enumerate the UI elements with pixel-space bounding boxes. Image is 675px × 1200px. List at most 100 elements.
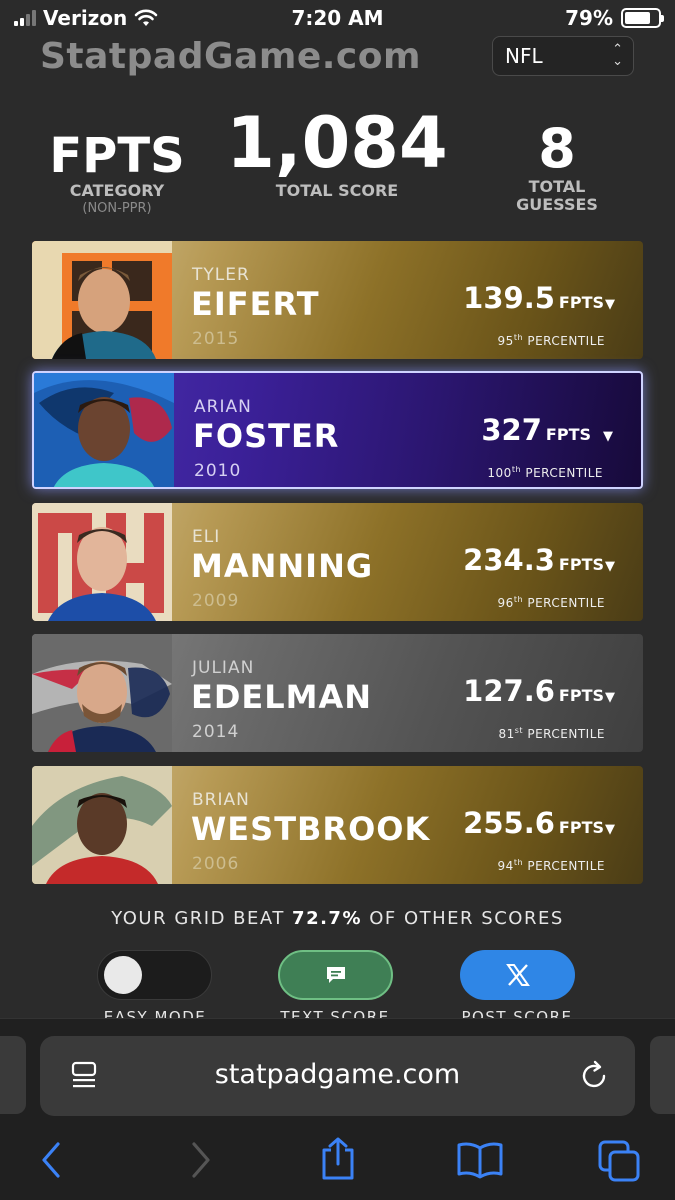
percentile-word: PERCENTILE	[527, 859, 605, 873]
player-card-selected[interactable]: ARIAN FOSTER 2010 327 FPTS ▼ 100th PERCENT…	[32, 371, 643, 489]
points-unit: FPTS	[545, 425, 591, 444]
player-last-name: EIFERT	[191, 285, 320, 323]
player-year: 2006	[192, 854, 240, 874]
next-tab-edge[interactable]	[650, 1036, 675, 1114]
caret-down-icon[interactable]: ▼	[605, 297, 615, 312]
percentile-suffix: th	[511, 465, 522, 474]
league-select[interactable]: NFL ⌃ ⌄	[492, 36, 634, 76]
total-score-stat: 1,084 TOTAL SCORE	[222, 108, 452, 200]
player-points[interactable]: 327 FPTS ▼	[481, 413, 613, 447]
points-value: 234.3	[463, 543, 555, 577]
eagles-logo-icon	[32, 766, 172, 884]
caret-down-icon[interactable]: ▼	[603, 429, 613, 444]
player-card[interactable]: JULIAN EDELMAN 2014 127.6 FPTS▼ 81st PERC…	[32, 634, 643, 752]
player-first-name: JULIAN	[192, 658, 255, 678]
player-year: 2010	[194, 461, 242, 481]
result-prefix: YOUR GRID BEAT	[111, 908, 285, 929]
percentile-suffix: th	[513, 333, 524, 342]
bookmarks-icon[interactable]	[456, 1140, 504, 1180]
patriots-logo-icon	[32, 634, 172, 752]
points-value: 139.5	[463, 281, 555, 315]
giants-logo-icon	[32, 503, 172, 621]
points-unit: FPTS	[558, 555, 604, 574]
percentile-suffix: th	[513, 595, 524, 604]
status-right: 79%	[565, 6, 664, 30]
toggle-knob	[104, 956, 142, 994]
total-guesses-label-2: GUESSES	[516, 195, 598, 214]
caret-down-icon[interactable]: ▼	[605, 822, 615, 837]
player-first-name: ARIAN	[194, 397, 252, 417]
player-photo	[32, 766, 172, 884]
percentile-number: 94	[497, 859, 514, 873]
player-card[interactable]: ELI MANNING 2009 234.3 FPTS▼ 96th PERCENT…	[32, 503, 643, 621]
total-score-label: TOTAL SCORE	[275, 181, 399, 200]
total-guesses-label-1: TOTAL	[528, 177, 586, 196]
category-sub: (NON-PPR)	[82, 201, 152, 216]
url-text[interactable]: statpadgame.com	[40, 1059, 635, 1090]
percentile: 100th PERCENTILE	[487, 465, 603, 480]
bengals-logo-icon	[32, 241, 172, 359]
player-last-name: MANNING	[191, 547, 374, 585]
chevron-updown-icon: ⌃ ⌄	[612, 42, 623, 69]
tabs-icon[interactable]	[598, 1140, 642, 1182]
percentile-word: PERCENTILE	[525, 466, 603, 480]
share-icon[interactable]	[318, 1136, 358, 1182]
percentile: 81st PERCENTILE	[498, 726, 605, 741]
text-score-button[interactable]	[278, 950, 393, 1000]
category-value: FPTS	[49, 128, 185, 184]
player-last-name: FOSTER	[193, 417, 340, 455]
back-icon[interactable]	[38, 1140, 66, 1180]
player-first-name: BRIAN	[192, 790, 250, 810]
player-last-name: EDELMAN	[191, 678, 373, 716]
player-last-name: WESTBROOK	[191, 810, 431, 848]
percentile-word: PERCENTILE	[527, 334, 605, 348]
x-logo-icon	[505, 964, 530, 986]
percentile-number: 95	[497, 334, 514, 348]
battery-icon	[621, 8, 664, 28]
status-bar: Verizon 7:20 AM 79%	[0, 0, 675, 38]
player-photo	[32, 241, 172, 359]
player-first-name: TYLER	[192, 265, 250, 285]
points-unit: FPTS	[558, 293, 604, 312]
player-photo	[32, 503, 172, 621]
total-guesses-stat: 8 TOTAL GUESSES	[497, 122, 617, 214]
total-score-value: 1,084	[226, 102, 448, 184]
result-suffix: OF OTHER SCORES	[369, 908, 564, 929]
points-value: 255.6	[463, 806, 555, 840]
percentile: 95th PERCENTILE	[498, 333, 605, 348]
player-card[interactable]: TYLER EIFERT 2015 139.5 FPTS▼ 95th PERCEN…	[32, 241, 643, 359]
player-year: 2015	[192, 329, 240, 349]
result-percent: 72.7%	[292, 908, 362, 929]
player-photo	[34, 373, 174, 487]
league-select-value: NFL	[505, 44, 543, 68]
previous-tab-edge[interactable]	[0, 1036, 26, 1114]
percentile-word: PERCENTILE	[527, 727, 605, 741]
forward-icon[interactable]	[186, 1140, 214, 1180]
percentile-number: 100	[487, 466, 512, 480]
category-stat: FPTS CATEGORY (NON-PPR)	[42, 132, 192, 218]
easy-mode-toggle[interactable]	[97, 950, 212, 1000]
texans-logo-icon	[34, 373, 174, 487]
player-points[interactable]: 139.5 FPTS▼	[463, 281, 615, 315]
player-card[interactable]: BRIAN WESTBROOK 2006 255.6 FPTS▼ 94th PER…	[32, 766, 643, 884]
player-points[interactable]: 127.6 FPTS▼	[463, 674, 615, 708]
grid-result-text: YOUR GRID BEAT 72.7% OF OTHER SCORES	[0, 908, 675, 929]
percentile: 94th PERCENTILE	[498, 858, 605, 873]
points-value: 327	[481, 413, 542, 447]
player-first-name: ELI	[192, 527, 221, 547]
caret-down-icon[interactable]: ▼	[605, 690, 615, 705]
player-photo	[32, 634, 172, 752]
caret-down-icon[interactable]: ▼	[605, 559, 615, 574]
address-bar[interactable]: statpadgame.com	[40, 1036, 635, 1116]
player-points[interactable]: 255.6 FPTS▼	[463, 806, 615, 840]
percentile-number: 96	[497, 596, 514, 610]
total-guesses-value: 8	[538, 117, 576, 180]
player-points[interactable]: 234.3 FPTS▼	[463, 543, 615, 577]
message-icon	[326, 967, 345, 983]
site-title[interactable]: StatpadGame.com	[40, 36, 421, 77]
points-value: 127.6	[463, 674, 555, 708]
post-score-button[interactable]	[460, 950, 575, 1000]
reload-icon[interactable]	[578, 1060, 610, 1092]
player-year: 2009	[192, 591, 240, 611]
percentile-suffix: th	[513, 858, 524, 867]
